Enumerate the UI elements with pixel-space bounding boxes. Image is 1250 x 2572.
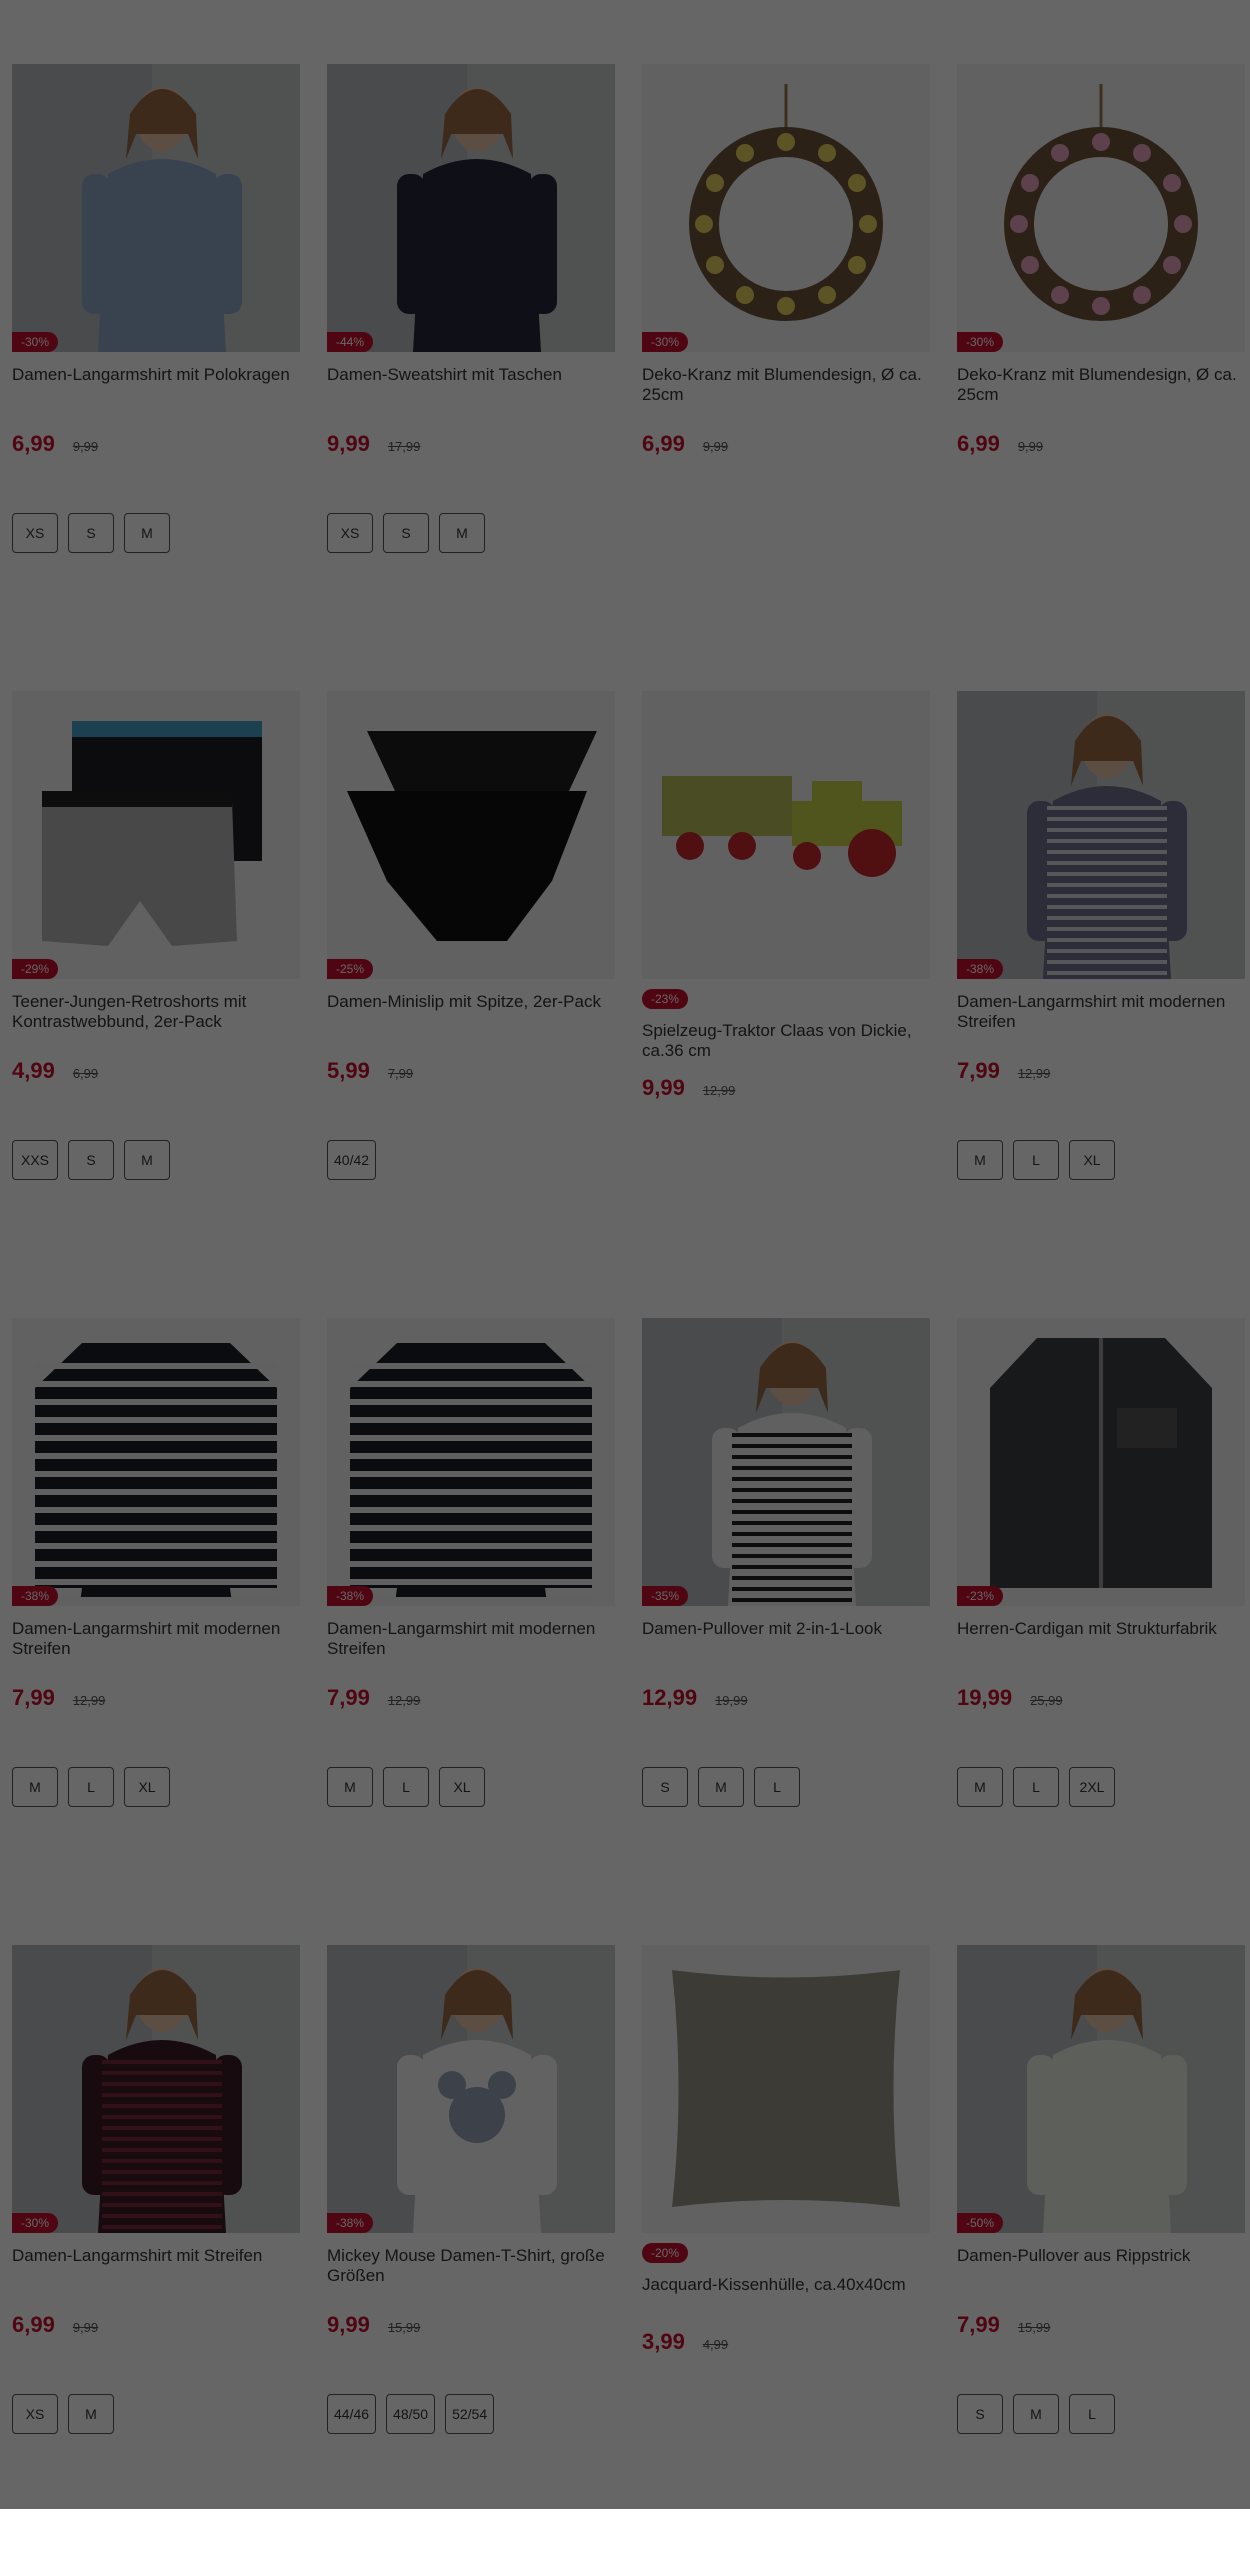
modal-dim-overlay[interactable] <box>0 0 1250 2509</box>
